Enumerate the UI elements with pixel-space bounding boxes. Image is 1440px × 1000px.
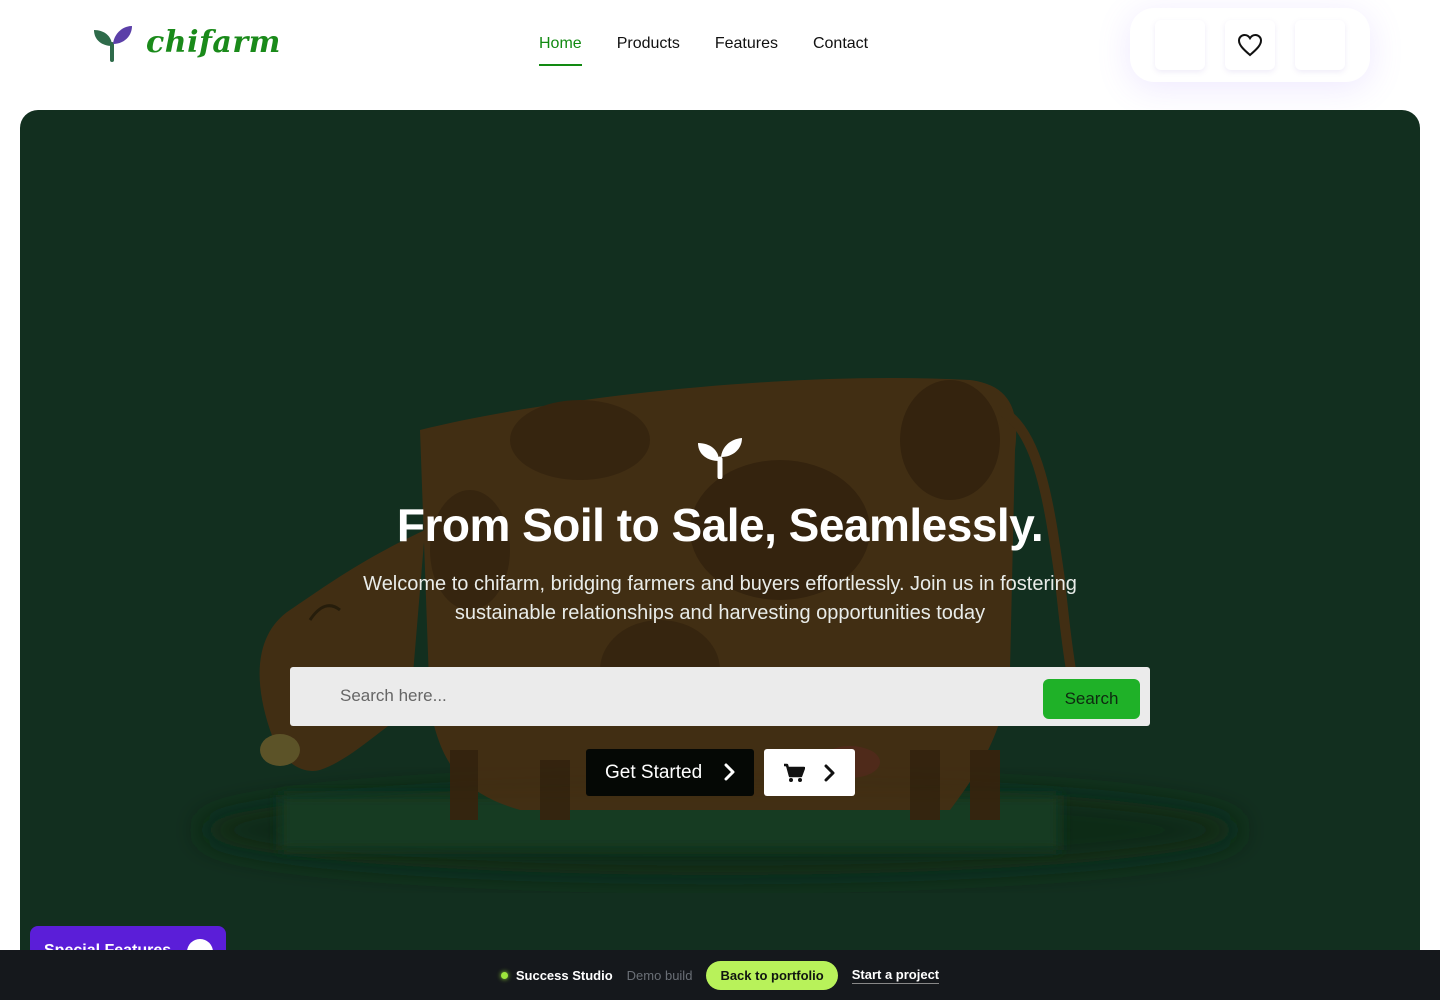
studio-name: Success Studio — [515, 967, 613, 983]
hero-section: From Soil to Sale, Seamlessly. Welcome t… — [20, 110, 1420, 1000]
hero-title: From Soil to Sale, Seamlessly. — [396, 499, 1044, 551]
chevron-right-icon — [824, 764, 835, 782]
bottom-bar: Success Studio Demo build Back to portfo… — [0, 950, 1440, 1000]
nav-products[interactable]: Products — [617, 34, 680, 66]
demo-label: Demo build — [626, 967, 693, 983]
sprout-logo-icon — [94, 26, 132, 62]
cart-button[interactable] — [764, 749, 855, 796]
hero-subtitle: Welcome to chifarm, bridging farmers and… — [363, 573, 1077, 624]
hero-content: From Soil to Sale, Seamlessly. Welcome t… — [20, 110, 1420, 1000]
cart-icon — [784, 763, 805, 782]
get-started-button[interactable]: Get Started — [586, 749, 754, 796]
site-header: chifarm Home Products Features Contact — [0, 0, 1440, 100]
get-started-label: Get Started — [605, 761, 703, 783]
main-nav: Home Products Features Contact — [539, 34, 868, 66]
account-button[interactable] — [1155, 20, 1205, 70]
wishlist-button[interactable] — [1225, 20, 1275, 70]
search-button[interactable]: Search — [1043, 679, 1140, 719]
logo[interactable]: chifarm — [92, 24, 281, 62]
nav-contact[interactable]: Contact — [813, 34, 868, 66]
chevron-right-icon — [724, 763, 735, 781]
header-actions — [1130, 8, 1370, 82]
sprout-icon — [698, 438, 742, 479]
status-dot-icon — [500, 971, 508, 979]
heart-icon — [1237, 33, 1263, 57]
search-bar: Search — [290, 667, 1150, 726]
nav-features[interactable]: Features — [715, 34, 778, 66]
nav-home[interactable]: Home — [539, 34, 582, 66]
back-to-portfolio-button[interactable]: Back to portfolio — [706, 960, 838, 990]
start-project-link[interactable]: Start a project — [851, 967, 940, 984]
search-input[interactable] — [340, 681, 1030, 711]
brand-name: chifarm — [146, 25, 281, 60]
menu-button[interactable] — [1295, 20, 1345, 70]
